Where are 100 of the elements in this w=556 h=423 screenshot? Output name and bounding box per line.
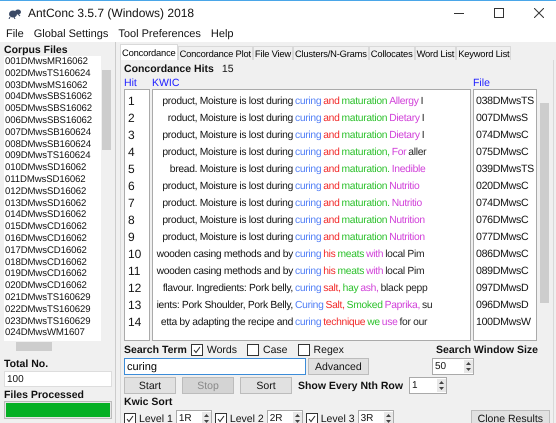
spinner-arrows-icon[interactable]	[384, 412, 393, 423]
kwic-word: and	[323, 96, 340, 107]
spin-field[interactable]: 1	[409, 377, 448, 394]
column-header[interactable]: KWIC	[152, 77, 473, 89]
action-button[interactable]: Sort	[240, 377, 292, 394]
kwic-word: and	[323, 198, 340, 209]
file-item[interactable]: 024DMwsWM1607	[5, 327, 101, 340]
kwic-word: Allergy	[389, 96, 419, 107]
kwic-word: and	[323, 232, 340, 243]
kwic-word: Nutrition	[389, 215, 425, 226]
spin-field[interactable]: 50	[432, 358, 474, 375]
spinner-arrows-icon[interactable]	[437, 379, 446, 392]
file-item[interactable]: 017DMwsCD16062	[5, 244, 101, 257]
kwic-word: local Pim	[385, 249, 424, 260]
kwic-word: Paprika,	[384, 300, 420, 311]
file-item[interactable]: 014DMwsSD16062	[5, 209, 101, 222]
column-header[interactable]: Hit	[124, 77, 152, 89]
tab[interactable]: Concordance	[120, 44, 178, 60]
file-item[interactable]: 010DMwsSD16062	[5, 162, 101, 174]
kwic-word: I	[422, 113, 424, 124]
checkbox[interactable]	[247, 344, 259, 356]
file-item[interactable]: 019DMwsCD16062	[5, 268, 101, 280]
file-item[interactable]: 023DMwsTS160629	[5, 316, 101, 328]
action-button[interactable]: Start	[124, 377, 176, 394]
file-item[interactable]: 002DMwsTS160624	[5, 68, 101, 80]
search-field[interactable]: curing	[124, 358, 306, 375]
spinner-arrows-icon[interactable]	[202, 412, 211, 423]
maximize-icon[interactable]	[494, 8, 504, 18]
left-context: product, Moisture is lost during	[161, 96, 293, 107]
kwic-word: curing	[295, 96, 322, 107]
file-cell-text: 077DMwsC	[475, 230, 530, 245]
tab[interactable]: File View	[252, 46, 293, 60]
clone-results-button[interactable]: Clone Results	[470, 410, 550, 423]
tab[interactable]: Collocates	[368, 46, 415, 60]
kwic-word: curing	[295, 164, 322, 175]
kwic-word: with	[366, 249, 384, 260]
checkbox[interactable]	[214, 412, 227, 423]
level-label: Level 2	[230, 412, 264, 423]
window-title: AntConc 3.5.7 (Windows) 2018	[28, 6, 196, 20]
spinner-arrows-icon[interactable]	[292, 412, 302, 423]
tab[interactable]: Word List	[414, 46, 456, 60]
file-item[interactable]: 020DMwsCD16062	[5, 280, 101, 292]
kwic-word: Dietary	[389, 130, 420, 141]
total-field: 100	[4, 371, 112, 387]
kwic-word: and	[323, 147, 340, 158]
tab[interactable]: Concordance Plot	[178, 46, 253, 60]
file-list[interactable]	[4, 56, 112, 352]
spin-field[interactable]: 1R	[176, 410, 212, 423]
file-item[interactable]: 005DMwsSBS16062	[5, 103, 101, 115]
kwic-word: Nutritio	[389, 181, 420, 192]
menu-item[interactable]: File	[6, 28, 24, 40]
spin-field[interactable]: 2R	[266, 410, 303, 423]
kwic-word: his	[323, 266, 336, 277]
file-item[interactable]: 003DMwsMS16062	[5, 80, 101, 92]
file-item[interactable]: 006DMwsSBS16062	[5, 114, 101, 127]
level-label: Level 1	[139, 412, 173, 423]
menu-item[interactable]: Global Settings	[34, 28, 108, 40]
file-item[interactable]: 015DMwsCD16062	[5, 221, 101, 233]
kwic-word: for our	[400, 317, 428, 328]
kwic-word: Nutrition	[389, 232, 425, 243]
tab[interactable]: Clusters/N-Grams	[292, 46, 369, 60]
file-cell-text: 089DMwsC	[475, 264, 530, 279]
checkbox[interactable]	[298, 344, 310, 356]
kwic-word: Salt,	[326, 300, 345, 311]
file-item[interactable]: 012DMwsSD16062	[5, 186, 101, 198]
kwic-word: curing	[295, 283, 322, 294]
file-cell-text: 074DMwsC	[475, 128, 530, 143]
menu-item[interactable]: Tool Preferences	[118, 28, 201, 40]
file-item[interactable]: 021DMwsTS160629	[5, 292, 101, 304]
file-item[interactable]: 016DMwsCD16062	[5, 232, 101, 245]
file-item[interactable]: 008DMwsSB160624	[5, 138, 101, 150]
kwic-word: curing	[295, 181, 322, 192]
tab[interactable]: Keyword List	[456, 46, 512, 60]
kwic-word: curing	[295, 317, 322, 328]
checkbox[interactable]	[306, 412, 318, 423]
file-item[interactable]: 013DMwsSD16062	[5, 198, 101, 210]
column-header[interactable]: File	[473, 77, 550, 89]
file-cell-text: 007DMwsS	[475, 111, 529, 126]
hit-number: 6	[127, 178, 136, 195]
kwic-word: we	[367, 317, 380, 328]
kwic-word: maturation	[342, 215, 388, 226]
menu-item[interactable]: Help	[210, 28, 234, 40]
file-item[interactable]: 009DMwsTS160624	[5, 150, 101, 162]
hits-count: 15	[222, 63, 234, 75]
file-item[interactable]: 022DMwsTS160629	[5, 304, 101, 316]
checkbox[interactable]	[190, 344, 203, 356]
file-cell-text: 100DMwsW	[475, 315, 532, 330]
kwic-word: technique	[323, 317, 366, 328]
file-item[interactable]: 018DMwsCD16062	[5, 256, 101, 268]
advanced-button[interactable]: Advanced	[308, 358, 369, 375]
search-term-label: Search Term	[124, 344, 187, 356]
spinner-arrows-icon[interactable]	[464, 360, 473, 373]
close-icon[interactable]	[534, 8, 544, 18]
kwic-word: meats	[338, 266, 364, 277]
file-item[interactable]: 011DMwsSD16062	[5, 174, 101, 186]
file-item[interactable]: 001DMwsMR16062	[5, 56, 101, 68]
file-item[interactable]: 007DMwsSB160624	[5, 126, 101, 139]
file-item[interactable]: 004DMwsSBS16062	[5, 91, 101, 104]
checkbox[interactable]	[124, 412, 136, 423]
spin-field[interactable]: 3R	[358, 410, 394, 423]
